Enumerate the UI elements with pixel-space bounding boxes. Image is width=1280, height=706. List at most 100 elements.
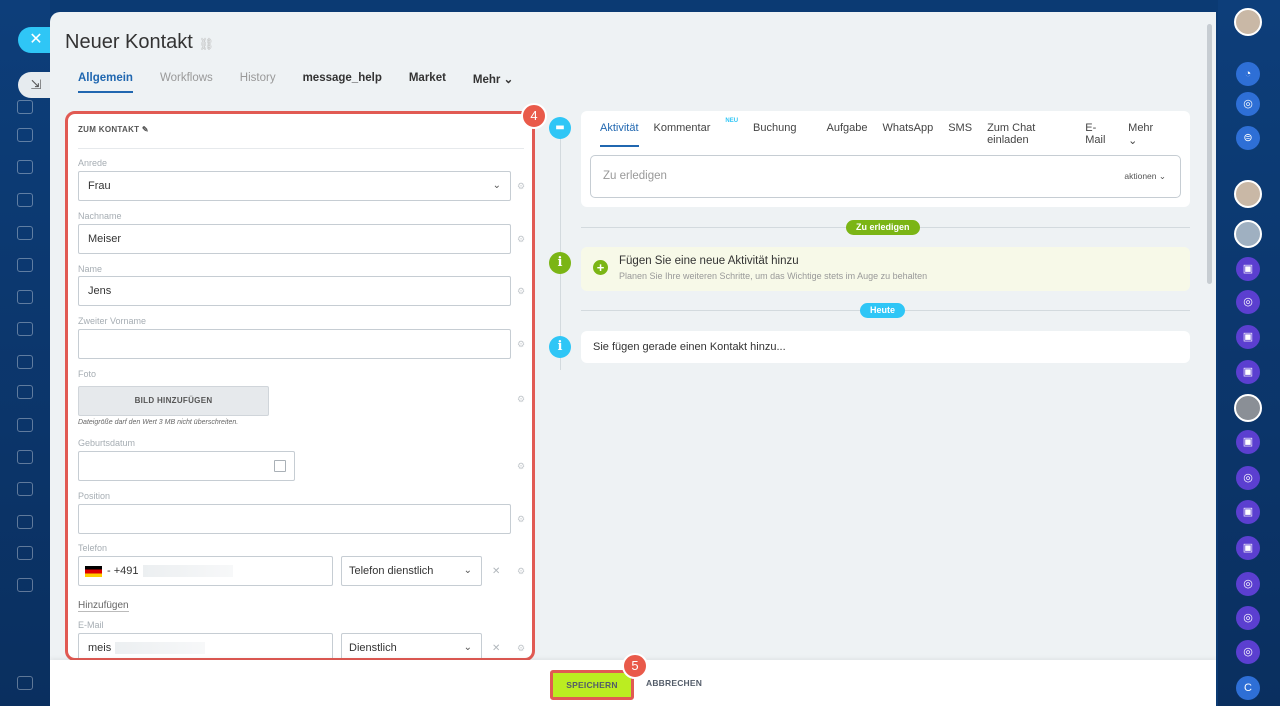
tab-sms[interactable]: SMS — [948, 122, 972, 147]
tab-history[interactable]: History — [240, 72, 276, 93]
step-badge: 4 — [521, 103, 547, 129]
todo-input[interactable]: Zu erledigen aktionen ⌄ — [590, 155, 1181, 198]
pencil-icon[interactable]: ✎ — [142, 125, 149, 134]
name-label: Name — [78, 264, 103, 274]
board-icon[interactable] — [17, 258, 33, 272]
actions-dropdown[interactable]: aktionen ⌄ — [1124, 156, 1166, 197]
tab-email[interactable]: E-Mail — [1085, 122, 1113, 147]
geburtsdatum-label: Geburtsdatum — [78, 438, 136, 448]
tab-more[interactable]: Mehr ⌄ — [473, 72, 513, 93]
chat-icon[interactable]: ▣ — [1236, 500, 1260, 524]
germany-flag-icon[interactable] — [85, 566, 102, 577]
bell-icon[interactable]: ◔ — [1236, 62, 1260, 86]
tab-chat-einladen[interactable]: Zum Chat einladen — [987, 122, 1070, 147]
email-type-select[interactable]: Dienstlich ⌄ — [341, 633, 482, 658]
chat-icon[interactable] — [17, 100, 33, 114]
zweiter-vorname-field[interactable] — [78, 329, 511, 359]
tab-buchung[interactable]: NEUBuchung — [725, 118, 811, 147]
email-label: E-Mail — [78, 620, 104, 630]
right-sidebar: ◔ ◎ ⊜ ▣ ◎ ▣ ▣ ▣ ◎ ▣ ▣ ◎ ◎ ◎ C — [1218, 0, 1280, 706]
contact-panel: Neuer Kontakt ⛓ Allgemein Workflows Histo… — [50, 12, 1216, 706]
chat-icon[interactable]: ▣ — [1236, 536, 1260, 560]
edit-icon[interactable] — [17, 482, 33, 496]
copy-icon[interactable] — [17, 322, 33, 336]
geburtsdatum-field[interactable] — [78, 451, 295, 481]
save-button[interactable]: SPEICHERN — [550, 670, 634, 700]
contact-avatar[interactable] — [1234, 180, 1262, 208]
position-label: Position — [78, 491, 111, 501]
filter-icon[interactable] — [17, 515, 33, 529]
close-icon[interactable]: ✕ — [18, 27, 50, 53]
add-phone-link[interactable]: Hinzufügen — [78, 600, 129, 612]
copilot-icon[interactable]: ◎ — [1236, 572, 1260, 596]
database-icon[interactable] — [17, 450, 33, 464]
link-icon[interactable]: ⛓ — [199, 37, 214, 51]
contact-initial[interactable]: C — [1236, 676, 1260, 700]
collapse-icon[interactable]: ⇲ — [18, 72, 50, 98]
todo-chip: Zu erledigen — [846, 220, 920, 235]
copilot-icon[interactable]: ◎ — [1236, 92, 1260, 116]
drive-icon[interactable] — [17, 226, 33, 240]
phone-type-select[interactable]: Telefon dienstlich ⌄ — [341, 556, 482, 586]
mail-icon[interactable] — [17, 546, 33, 560]
gear-icon[interactable]: ⚙ — [517, 286, 525, 297]
chat-icon[interactable]: ▣ — [1236, 360, 1260, 384]
chevron-down-icon: ⌄ — [492, 180, 501, 191]
tab-aufgabe[interactable]: Aufgabe — [826, 122, 867, 147]
scrollbar[interactable] — [1207, 24, 1212, 284]
check-icon[interactable] — [17, 290, 33, 304]
position-field[interactable] — [78, 504, 511, 534]
tab-workflows[interactable]: Workflows — [160, 72, 213, 93]
gear-icon[interactable]: ⚙ — [517, 181, 525, 192]
gear-icon[interactable]: ⚙ — [517, 643, 525, 654]
step-badge: 5 — [622, 653, 648, 679]
email-field[interactable]: meis — [78, 633, 333, 658]
gear-icon[interactable]: ⚙ — [517, 234, 525, 245]
hint-title: Fügen Sie eine neue Aktivität hinzu — [619, 255, 799, 267]
users-icon[interactable] — [17, 160, 33, 174]
user-avatar[interactable] — [1234, 8, 1262, 36]
group-avatar[interactable] — [1234, 220, 1262, 248]
print-icon[interactable] — [17, 676, 33, 690]
tab-aktivitaet[interactable]: Aktivität — [600, 122, 639, 147]
chat-icon[interactable]: ▣ — [1236, 257, 1260, 281]
copilot-icon[interactable]: ◎ — [1236, 640, 1260, 664]
search-icon[interactable]: ⊜ — [1236, 126, 1260, 150]
nachname-label: Nachname — [78, 211, 122, 221]
anrede-select[interactable]: Frau ⌄ — [78, 171, 511, 201]
gear-icon[interactable]: ⚙ — [517, 566, 525, 577]
plus-icon[interactable]: + — [593, 260, 608, 275]
chart-icon[interactable] — [17, 355, 33, 369]
person-avatar[interactable] — [1234, 394, 1262, 422]
group-icon[interactable] — [17, 578, 33, 592]
phone-field[interactable]: - +491 — [78, 556, 333, 586]
copilot-icon[interactable]: ◎ — [1236, 290, 1260, 314]
remove-icon[interactable]: ✕ — [492, 643, 500, 654]
gear-icon[interactable]: ⚙ — [517, 339, 525, 350]
file-icon[interactable] — [17, 193, 33, 207]
divider — [78, 148, 524, 149]
gear-icon[interactable]: ⚙ — [517, 461, 525, 472]
cart-icon[interactable] — [17, 385, 33, 399]
tab-message-help[interactable]: message_help — [303, 72, 382, 93]
tab-kommentar[interactable]: Kommentar — [654, 122, 711, 147]
tab-whatsapp[interactable]: WhatsApp — [882, 122, 933, 147]
gear-icon[interactable]: ⚙ — [517, 514, 525, 525]
calendar-icon[interactable] — [274, 460, 286, 472]
chat-icon[interactable]: ▣ — [1236, 430, 1260, 454]
target-icon[interactable] — [17, 418, 33, 432]
tab-market[interactable]: Market — [409, 72, 446, 93]
tab-allgemein[interactable]: Allgemein — [78, 72, 133, 93]
document-icon[interactable] — [17, 128, 33, 142]
gear-icon[interactable]: ⚙ — [517, 394, 525, 405]
copilot-icon[interactable]: ◎ — [1236, 606, 1260, 630]
add-photo-button[interactable]: BILD HINZUFÜGEN — [78, 386, 269, 416]
tab-mehr[interactable]: Mehr ⌄ — [1128, 122, 1175, 147]
copilot-icon[interactable]: ◎ — [1236, 466, 1260, 490]
cancel-button[interactable]: ABBRECHEN — [646, 678, 702, 688]
chat-icon[interactable]: ▣ — [1236, 325, 1260, 349]
remove-icon[interactable]: ✕ — [492, 566, 500, 577]
nachname-field[interactable]: Meiser — [78, 224, 511, 254]
add-activity-hint[interactable]: + Fügen Sie eine neue Aktivität hinzu Pl… — [581, 247, 1190, 291]
name-field[interactable]: Jens — [78, 276, 511, 306]
